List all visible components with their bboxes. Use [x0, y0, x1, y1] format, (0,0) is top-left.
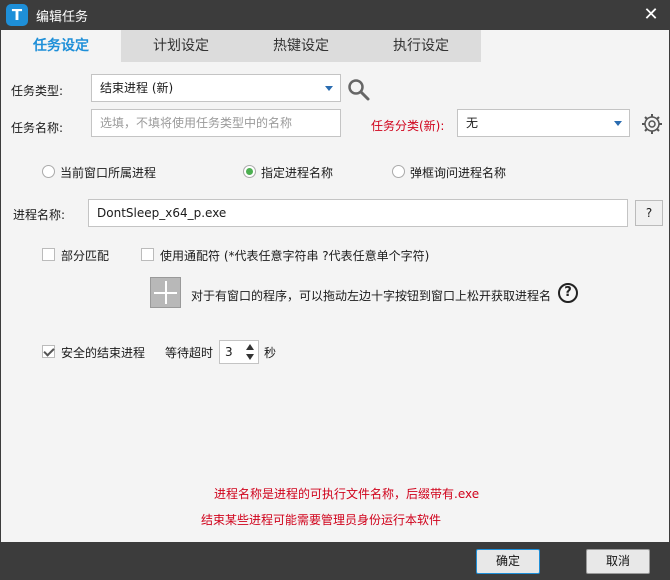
note-admin-required: 结束某些进程可能需要管理员身份运行本软件 [201, 513, 442, 527]
cancel-button[interactable]: 取消 [586, 549, 650, 574]
tab-hotkey-settings[interactable]: 热键设定 [241, 30, 361, 62]
stepper-up-icon[interactable] [246, 344, 254, 350]
wildcard-checkbox[interactable] [141, 248, 154, 261]
timeout-stepper[interactable]: 3 [219, 340, 259, 364]
radio-prompt-name-label[interactable]: 弹框询问进程名称 [410, 164, 506, 181]
task-type-label: 任务类型: [11, 84, 64, 98]
drag-hint-text: 对于有窗口的程序，可以拖动左边十字按钮到窗口上松开获取进程名 [191, 289, 552, 303]
task-type-select[interactable]: 结束进程 (新) [91, 74, 341, 102]
tab-task-settings[interactable]: 任务设定 [1, 30, 121, 62]
task-category-select[interactable]: 无 [457, 109, 630, 137]
radio-current-window[interactable] [42, 165, 55, 178]
timeout-value: 3 [225, 345, 233, 359]
radio-current-window-label[interactable]: 当前窗口所属进程 [60, 164, 156, 181]
help-icon[interactable]: ? [558, 283, 578, 303]
search-icon[interactable] [347, 78, 371, 102]
task-settings-panel: 任务类型: 结束进程 (新) 任务名称: 选填，不填将使用任务类型中的名称 任务… [1, 62, 669, 542]
process-name-label: 进程名称: [13, 208, 66, 222]
wildcard-label[interactable]: 使用通配符 (*代表任意字符串 ?代表任意单个字符) [160, 247, 429, 264]
dialog-footer: 确定 取消 [0, 542, 670, 580]
chevron-down-icon [325, 86, 333, 91]
task-category-value: 无 [466, 116, 479, 130]
crosshair-drag-handle-icon[interactable] [150, 277, 181, 308]
close-icon[interactable]: ✕ [640, 4, 662, 26]
process-help-button[interactable]: ? [635, 200, 663, 226]
timeout-unit-label: 秒 [264, 346, 277, 360]
window-title: 编辑任务 [36, 10, 89, 25]
tab-execution-settings[interactable]: 执行设定 [361, 30, 481, 62]
radio-specified-name[interactable] [243, 165, 256, 178]
edit-task-window: T 编辑任务 ✕ 任务设定 计划设定 热键设定 执行设定 任务类型: 结束进程 … [0, 0, 670, 580]
radio-specified-name-label[interactable]: 指定进程名称 [261, 164, 333, 181]
stepper-down-icon[interactable] [246, 354, 254, 360]
gear-icon[interactable] [641, 113, 663, 135]
timeout-label: 等待超时 [165, 346, 214, 360]
title-bar: T 编辑任务 ✕ [0, 0, 670, 30]
tab-strip: 任务设定 计划设定 热键设定 执行设定 [1, 30, 669, 62]
task-name-label: 任务名称: [11, 121, 64, 135]
partial-match-label[interactable]: 部分匹配 [61, 247, 109, 264]
tab-schedule-settings[interactable]: 计划设定 [121, 30, 241, 62]
partial-match-checkbox[interactable] [42, 248, 55, 261]
safe-kill-label[interactable]: 安全的结束进程 [61, 344, 145, 361]
radio-prompt-name[interactable] [392, 165, 405, 178]
task-category-label: 任务分类(新): [371, 119, 445, 133]
process-name-field[interactable]: DontSleep_x64_p.exe [88, 199, 628, 227]
chevron-down-icon [614, 121, 622, 126]
note-exe-suffix: 进程名称是进程的可执行文件名称，后缀带有.exe [214, 487, 480, 501]
ok-button[interactable]: 确定 [476, 549, 540, 574]
safe-kill-checkbox[interactable] [42, 345, 55, 358]
task-type-value: 结束进程 (新) [100, 81, 174, 95]
task-name-field[interactable]: 选填，不填将使用任务类型中的名称 [91, 109, 341, 137]
app-logo-icon: T [6, 4, 28, 26]
